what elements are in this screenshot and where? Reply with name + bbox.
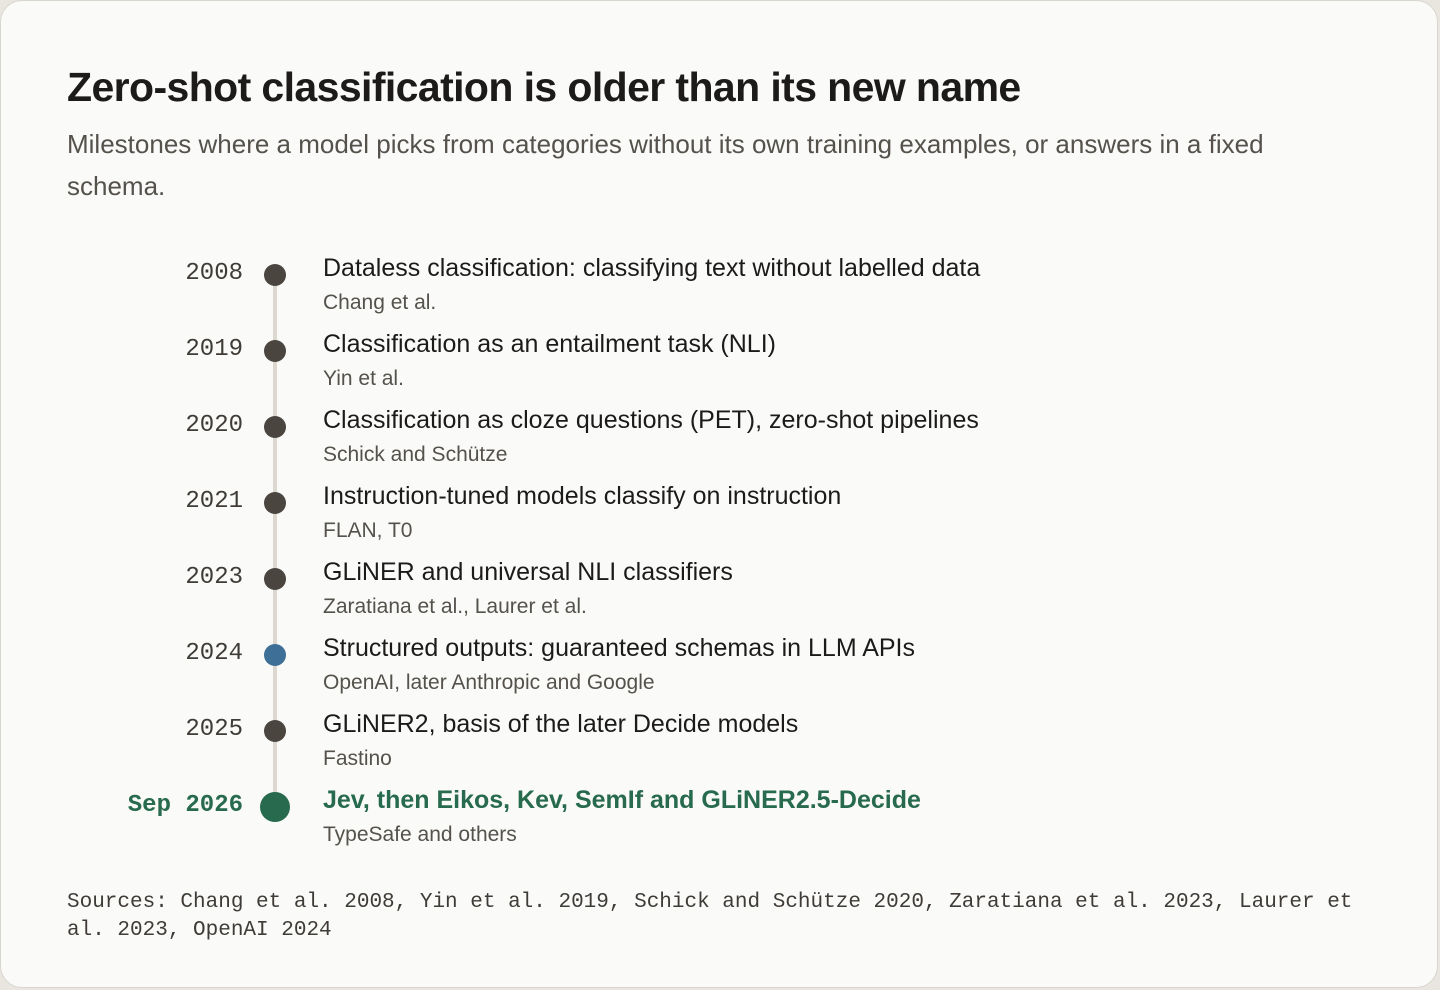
event-year: 2024 — [185, 640, 243, 667]
event-marker — [264, 644, 286, 666]
card: Zero-shot classification is older than i… — [0, 0, 1438, 988]
event-title: Classification as an entailment task (NL… — [323, 330, 776, 358]
event-title: Dataless classification: classifying tex… — [323, 254, 981, 282]
event-title: GLiNER2, basis of the later Decide model… — [323, 710, 799, 738]
event-year: 2025 — [185, 716, 243, 743]
event-marker — [260, 792, 290, 822]
event-source: Zaratiana et al., Laurer et al. — [323, 595, 587, 618]
timeline-event: 2021 Instruction-tuned models classify o… — [1, 479, 1440, 555]
event-marker — [264, 340, 286, 362]
event-marker — [264, 720, 286, 742]
event-source: Schick and Schütze — [323, 443, 508, 466]
event-year: 2021 — [185, 488, 243, 515]
event-year: Sep 2026 — [127, 792, 243, 819]
timeline: 2008 Dataless classification: classifyin… — [1, 1, 1440, 881]
event-marker — [264, 264, 286, 286]
timeline-event-highlight: Sep 2026 Jev, then Eikos, Kev, SemIf and… — [1, 783, 1440, 859]
timeline-event: 2025 GLiNER2, basis of the later Decide … — [1, 707, 1440, 783]
event-year: 2019 — [185, 336, 243, 363]
event-title: Classification as cloze questions (PET),… — [323, 406, 979, 434]
event-title: Jev, then Eikos, Kev, SemIf and GLiNER2.… — [323, 786, 921, 814]
event-source: OpenAI, later Anthropic and Google — [323, 671, 655, 694]
event-source: FLAN, T0 — [323, 519, 413, 542]
event-source: Fastino — [323, 747, 392, 770]
timeline-event: 2024 Structured outputs: guaranteed sche… — [1, 631, 1440, 707]
event-marker — [264, 568, 286, 590]
event-marker — [264, 492, 286, 514]
timeline-event: 2019 Classification as an entailment tas… — [1, 327, 1440, 403]
timeline-event: 2020 Classification as cloze questions (… — [1, 403, 1440, 479]
event-title: Instruction-tuned models classify on ins… — [323, 482, 842, 510]
timeline-event: 2023 GLiNER and universal NLI classifier… — [1, 555, 1440, 631]
event-source: Chang et al. — [323, 291, 437, 314]
event-title: GLiNER and universal NLI classifiers — [323, 558, 733, 586]
event-year: 2023 — [185, 564, 243, 591]
event-marker — [264, 416, 286, 438]
event-year: 2008 — [185, 260, 243, 287]
timeline-event: 2008 Dataless classification: classifyin… — [1, 251, 1440, 327]
event-source: TypeSafe and others — [323, 823, 517, 846]
event-year: 2020 — [185, 412, 243, 439]
event-title: Structured outputs: guaranteed schemas i… — [323, 634, 916, 662]
sources-footer: Sources: Chang et al. 2008, Yin et al. 2… — [67, 891, 1353, 942]
event-source: Yin et al. — [323, 367, 404, 390]
